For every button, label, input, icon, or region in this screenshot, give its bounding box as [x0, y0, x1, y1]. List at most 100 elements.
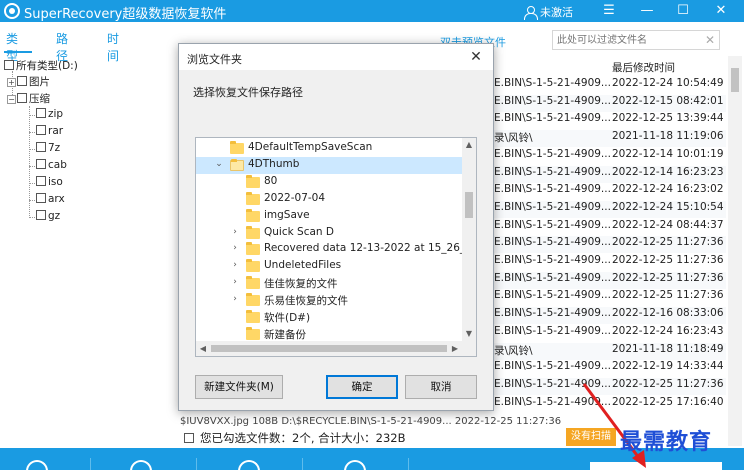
tree-item-compress[interactable]: − 压缩	[7, 91, 50, 107]
scroll-down-icon[interactable]: ▼	[462, 327, 476, 341]
tree-item-arx[interactable]: arx	[36, 193, 65, 209]
table-row[interactable]: E.BIN\S-1-5-21-4909... 2022-12-24 16:23:4…	[486, 325, 726, 342]
cab-checkbox[interactable]	[36, 159, 46, 169]
table-row[interactable]: E.BIN\S-1-5-21-4909... 2022-12-25 11:27:3…	[486, 289, 726, 306]
collapse-icon[interactable]: −	[7, 95, 16, 104]
chevron-down-icon[interactable]: ⌄	[214, 159, 224, 169]
maximize-button[interactable]: ☐	[670, 0, 696, 22]
tree-item-image[interactable]: + 图片	[7, 74, 50, 90]
folder-item[interactable]: › Quick Scan D	[196, 225, 464, 242]
chevron-right-icon[interactable]: ›	[230, 227, 240, 237]
row-path: 录\风铃\	[494, 132, 533, 145]
folder-item[interactable]: 80	[196, 174, 464, 191]
chevron-right-icon[interactable]: ›	[230, 243, 240, 253]
chevron-right-icon[interactable]: ›	[230, 294, 240, 304]
disk-icon[interactable]	[238, 460, 260, 470]
ok-button[interactable]: 确定	[326, 375, 398, 399]
table-row[interactable]: E.BIN\S-1-5-21-4909... 2022-12-14 16:23:2…	[486, 165, 726, 183]
root-checkbox[interactable]	[4, 60, 14, 70]
table-row[interactable]: E.BIN\S-1-5-21-4909... 2022-12-24 10:54:4…	[486, 77, 726, 94]
table-row[interactable]: E.BIN\S-1-5-21-4909... 2022-12-24 16:23:0…	[486, 183, 726, 200]
folder-item[interactable]: ⌄ 4DThumb	[196, 156, 464, 174]
hscroll-thumb[interactable]	[211, 345, 447, 352]
tree-item-zip[interactable]: zip	[36, 108, 63, 124]
folder-tree-hscrollbar[interactable]: ◀ ▶	[196, 341, 462, 356]
globe-icon[interactable]	[26, 460, 48, 470]
table-row[interactable]: E.BIN\S-1-5-21-4909... 2022-12-25 11:27:3…	[486, 271, 726, 289]
folder-tree-vscrollbar[interactable]: ▲ ▼	[462, 138, 476, 341]
cancel-button[interactable]: 取消	[405, 375, 477, 399]
row-path: E.BIN\S-1-5-21-4909...	[494, 165, 611, 178]
table-row[interactable]: 录\风铃\ 2021-11-18 11:19:06	[486, 130, 726, 148]
tree-rar-label: rar	[48, 125, 64, 137]
table-row[interactable]: 录\风铃\ 2021-11-18 11:18:49	[486, 342, 726, 360]
row-modified-date: 2022-12-16 08:33:06	[612, 307, 724, 320]
tree-branch	[29, 166, 35, 167]
dialog-close-button[interactable]: ✕	[465, 47, 487, 67]
scroll-corner	[462, 341, 476, 356]
folder-item[interactable]: › 乐易佳恢复的文件	[196, 292, 464, 309]
row-modified-date: 2022-12-25 13:39:44	[612, 112, 724, 125]
chevron-right-icon[interactable]: ›	[230, 277, 240, 287]
folder-item[interactable]: › Recovered data 12-13-2022 at 15_26_	[196, 241, 465, 258]
folder-item[interactable]: › UndeletedFiles	[196, 258, 464, 275]
folder-icon	[246, 225, 260, 239]
tree-item-7z[interactable]: 7z	[36, 142, 60, 158]
tree-item-cab[interactable]: cab	[36, 159, 67, 175]
tree-item-rar[interactable]: rar	[36, 125, 63, 141]
iso-checkbox[interactable]	[36, 176, 46, 186]
column-header-modified-time[interactable]: 最后修改时间	[612, 60, 675, 75]
table-row[interactable]: E.BIN\S-1-5-21-4909... 2022-12-15 08:42:0…	[486, 94, 726, 112]
file-list-scrollbar[interactable]	[728, 56, 742, 446]
chevron-right-icon[interactable]: ›	[230, 260, 240, 270]
tree-branch	[29, 183, 35, 184]
row-modified-date: 2022-12-24 16:23:02	[612, 183, 724, 196]
arx-checkbox[interactable]	[36, 193, 46, 203]
app-title: SuperRecovery超级数据恢复软件	[24, 7, 227, 22]
scroll-left-icon[interactable]: ◀	[196, 341, 210, 356]
table-row[interactable]: E.BIN\S-1-5-21-4909... 2022-12-25 11:27:3…	[486, 254, 726, 271]
compress-checkbox[interactable]	[17, 93, 27, 103]
new-folder-button[interactable]: 新建文件夹(M)	[195, 375, 283, 399]
folder-item[interactable]: 2022-07-04	[196, 191, 464, 208]
tree-item-root[interactable]: 所有类型(D:)	[4, 58, 78, 74]
selection-summary: 您已勾选文件数：2个, 合计大小：232B	[184, 430, 405, 446]
scrollbar-thumb[interactable]	[731, 68, 739, 92]
scan-icon[interactable]	[130, 460, 152, 470]
table-row[interactable]: E.BIN\S-1-5-21-4909... 2022-12-14 10:01:1…	[486, 148, 726, 165]
table-row[interactable]: E.BIN\S-1-5-21-4909... 2022-12-19 14:33:4…	[486, 360, 726, 377]
tree-item-gz[interactable]: gz	[36, 210, 60, 226]
folder-item[interactable]: imgSave	[196, 208, 464, 225]
row-modified-date: 2022-12-24 08:44:37	[612, 218, 724, 231]
scroll-up-icon[interactable]: ▲	[462, 138, 476, 152]
folder-item[interactable]: 4DefaultTempSaveScan	[196, 140, 464, 157]
image-checkbox[interactable]	[17, 76, 27, 86]
gz-checkbox[interactable]	[36, 210, 46, 220]
home-icon[interactable]	[344, 460, 366, 470]
table-row[interactable]: E.BIN\S-1-5-21-4909... 2022-12-25 13:39:4…	[486, 112, 726, 129]
table-row[interactable]: E.BIN\S-1-5-21-4909... 2022-12-25 11:27:3…	[486, 236, 726, 254]
select-all-checkbox[interactable]	[184, 433, 194, 443]
zip-checkbox[interactable]	[36, 108, 46, 118]
folder-label: 2022-07-04	[264, 191, 326, 204]
scroll-right-icon[interactable]: ▶	[448, 341, 462, 356]
close-button[interactable]: ✕	[708, 0, 734, 22]
tree-item-iso[interactable]: iso	[36, 176, 63, 192]
table-row[interactable]: E.BIN\S-1-5-21-4909... 2022-12-16 08:33:0…	[486, 307, 726, 325]
folder-item[interactable]: 软件(D#)	[196, 309, 464, 326]
menu-icon[interactable]: ☰	[596, 0, 622, 22]
table-row[interactable]: E.BIN\S-1-5-21-4909... 2022-12-24 15:10:5…	[486, 200, 726, 218]
user-account[interactable]: 未激活	[524, 4, 573, 20]
vscroll-thumb[interactable]	[465, 192, 473, 218]
7z-checkbox[interactable]	[36, 142, 46, 152]
filter-search-box[interactable]: ✕	[552, 30, 720, 50]
minimize-button[interactable]: —	[634, 0, 660, 22]
expand-icon[interactable]: +	[7, 78, 16, 87]
filter-input[interactable]	[553, 31, 693, 49]
table-row[interactable]: E.BIN\S-1-5-21-4909... 2022-12-24 08:44:3…	[486, 219, 726, 236]
rar-checkbox[interactable]	[36, 125, 46, 135]
folder-icon	[246, 276, 260, 290]
clear-search-icon[interactable]: ✕	[705, 33, 715, 47]
folder-item[interactable]: › 佳佳恢复的文件	[196, 275, 464, 292]
toolbar-divider	[196, 458, 197, 470]
